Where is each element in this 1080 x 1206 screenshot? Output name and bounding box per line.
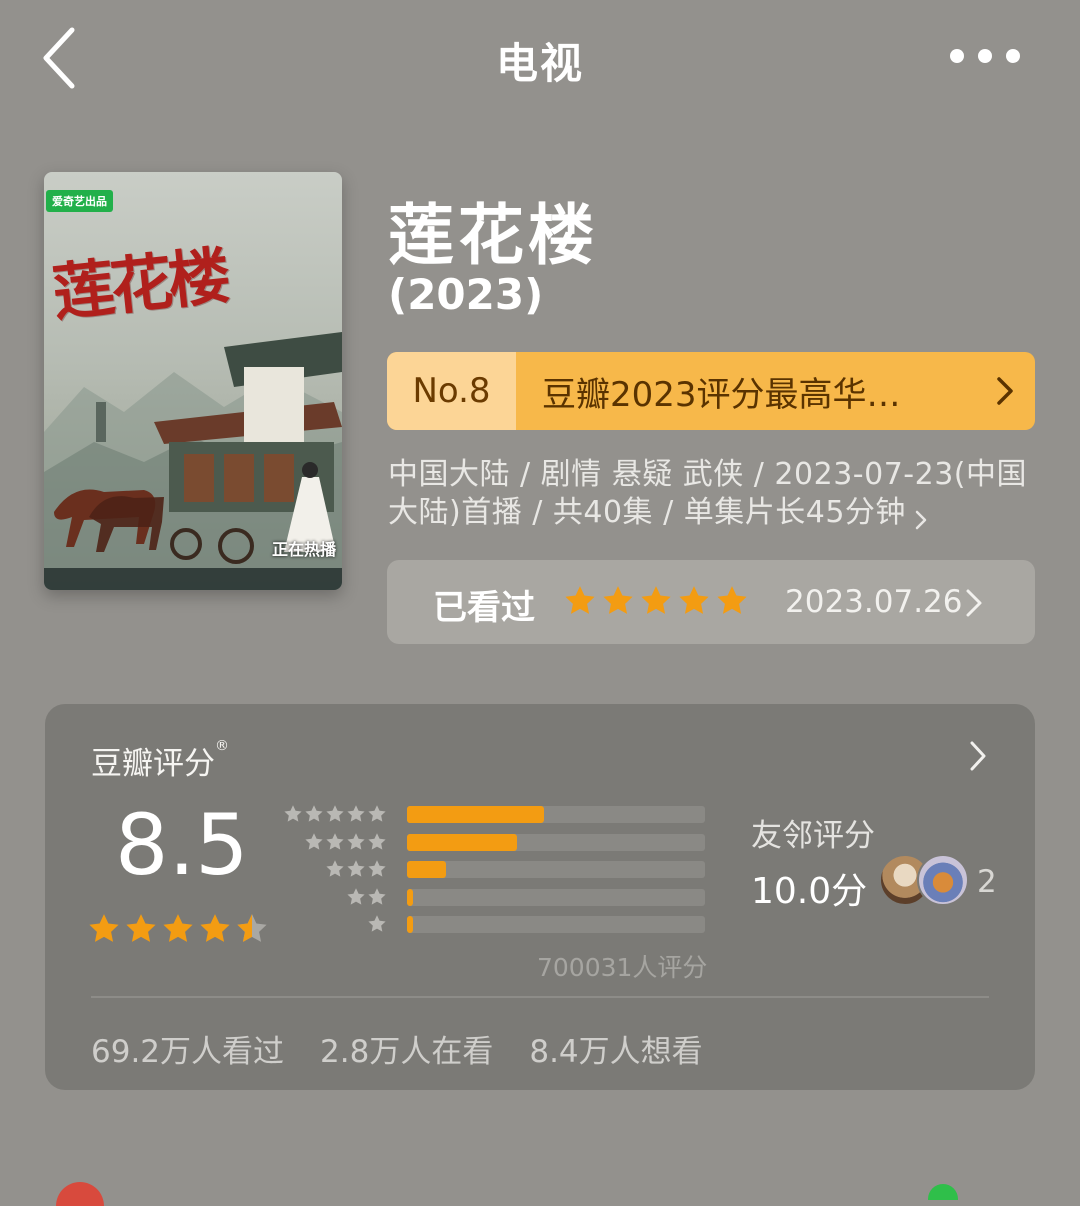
poster-badge: 爱奇艺出品	[46, 190, 113, 212]
rating-title-text: 豆瓣评分	[91, 746, 215, 782]
star-icon	[326, 805, 344, 822]
star-icon	[284, 805, 302, 822]
star-icon	[368, 915, 386, 932]
star-icon	[163, 914, 193, 942]
meta-text: 中国大陆 / 剧情 悬疑 武侠 / 2023-07-23(中国大陆)首播 / 共…	[388, 457, 1027, 530]
rating-bar-row	[283, 804, 705, 824]
star-icon	[89, 914, 119, 942]
rating-bar-track	[407, 888, 705, 906]
star-icon	[368, 832, 386, 850]
watched-label: 已看过	[433, 588, 535, 628]
bar-star-label	[283, 804, 387, 824]
show-meta-info[interactable]: 中国大陆 / 剧情 悬疑 武侠 / 2023-07-23(中国大陆)首播 / 共…	[388, 456, 1028, 532]
star-icon	[347, 887, 365, 905]
rating-bar-track	[407, 833, 705, 851]
green-button-edge	[928, 1184, 958, 1200]
rating-bar-track	[407, 806, 705, 823]
friend-rating[interactable]: 友邻评分 10.0分 2	[751, 810, 997, 912]
star-icon	[679, 586, 709, 614]
star-icon	[347, 805, 365, 822]
chevron-right-icon[interactable]	[969, 740, 987, 776]
ranking-banner[interactable]: No.8 豆瓣2023评分最高华…	[387, 352, 1035, 430]
stat-want[interactable]: 8.4万人想看	[529, 1026, 702, 1071]
star-icon	[347, 832, 365, 850]
rating-bar-fill	[407, 888, 413, 906]
star-icon	[326, 832, 344, 850]
friend-rating-label: 友邻评分	[751, 818, 875, 854]
friend-rating-score: 10.0分	[751, 871, 868, 912]
rating-bar-fill	[407, 861, 446, 878]
rating-score: 8.5	[115, 796, 249, 894]
my-rating-row[interactable]: 已看过 2023.07.26	[387, 560, 1035, 644]
rating-card-title: 豆瓣评分®	[91, 738, 229, 783]
stat-watching[interactable]: 2.8万人在看	[320, 1026, 493, 1071]
rating-bar-row	[285, 914, 705, 934]
star-icon	[305, 832, 323, 850]
rating-bar-row	[285, 832, 705, 852]
star-icon	[200, 914, 230, 942]
top-nav-bar: 电视	[0, 0, 1080, 115]
divider	[91, 996, 989, 998]
star-icon	[126, 914, 156, 942]
more-options-icon[interactable]	[950, 44, 1020, 68]
audience-stats: 69.2万人看过 2.8万人在看 8.4万人想看	[91, 1026, 703, 1071]
douban-rating-card[interactable]: 豆瓣评分® 8.5 700031人评分 友邻评分 10.0分 2 69.2万人看…	[45, 704, 1035, 1090]
my-star-rating	[563, 584, 749, 618]
rank-number: No.8	[387, 352, 516, 430]
rank-text: 豆瓣2023评分最高华…	[542, 374, 901, 415]
stat-watched[interactable]: 69.2万人看过	[91, 1026, 284, 1071]
bar-star-label	[346, 887, 387, 907]
rating-bar-fill	[407, 916, 413, 933]
chevron-right-icon	[975, 352, 1035, 430]
rating-bar-row	[285, 887, 705, 907]
avatar	[917, 854, 969, 906]
bar-star-label	[325, 859, 387, 879]
star-icon	[641, 586, 671, 614]
bar-star-label	[304, 832, 387, 852]
red-button-edge	[56, 1182, 104, 1206]
show-title: 莲花楼	[388, 197, 598, 274]
rating-bar-fill	[407, 806, 544, 823]
bar-star-label	[367, 914, 387, 934]
friend-count: 2	[977, 864, 997, 900]
show-year: (2023)	[388, 270, 544, 319]
rating-bar-track	[407, 916, 705, 933]
bottom-bar-partial	[0, 1150, 1080, 1206]
registered-mark: ®	[215, 738, 229, 754]
star-icon	[305, 805, 323, 822]
star-icon	[368, 860, 386, 877]
star-icon	[368, 887, 386, 905]
star-icon	[717, 586, 747, 614]
star-icon	[237, 914, 267, 942]
star-icon	[347, 860, 365, 877]
poster-image[interactable]: 爱奇艺出品 莲花楼 正在热播	[44, 172, 342, 590]
chevron-right-icon	[965, 588, 983, 622]
star-icon	[368, 805, 386, 822]
star-icon	[603, 586, 633, 614]
chevron-right-icon	[914, 503, 928, 529]
star-icon	[565, 586, 595, 614]
star-icon	[326, 860, 344, 877]
vote-count: 700031人评分	[537, 953, 708, 982]
friend-avatars	[879, 854, 979, 906]
rating-bar-row	[285, 859, 705, 879]
poster-footer-logos	[44, 568, 342, 590]
rating-bar-track	[407, 861, 705, 878]
rating-bar-fill	[407, 833, 517, 851]
poster-title-art: 莲花楼	[49, 239, 230, 330]
poster-hot-label: 正在热播	[271, 540, 336, 559]
watched-date: 2023.07.26	[785, 584, 963, 620]
page-title: 电视	[495, 39, 584, 88]
score-star-rating	[87, 912, 269, 946]
